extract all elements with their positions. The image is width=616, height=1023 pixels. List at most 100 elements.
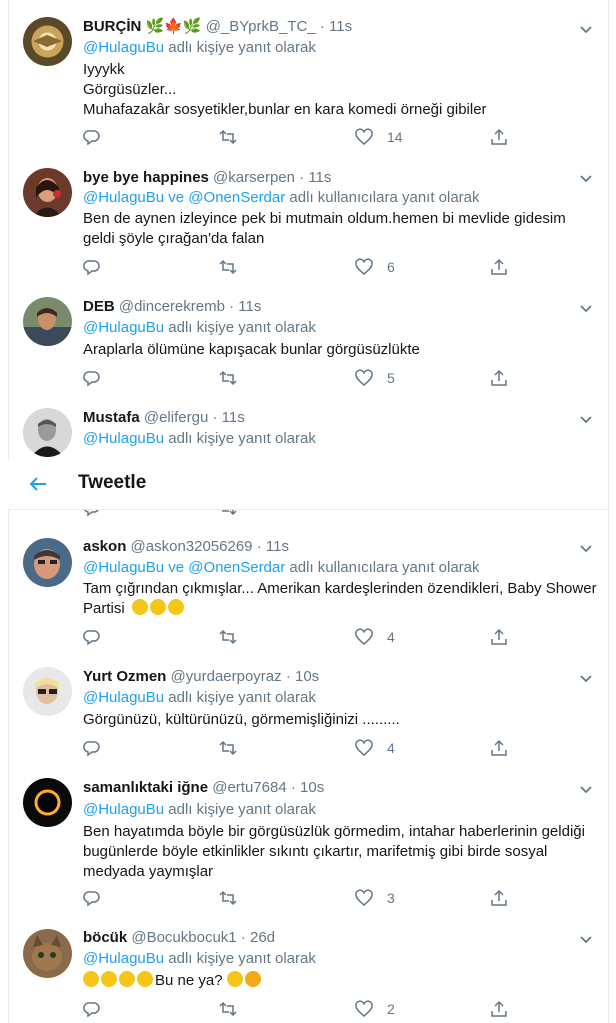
like-button[interactable]: 6	[355, 257, 395, 277]
mention-link[interactable]: @HulaguBu	[83, 950, 164, 967]
mention-link[interactable]: @HulaguBu	[83, 39, 164, 56]
avatar[interactable]	[23, 168, 72, 217]
mention-join: ve	[168, 559, 185, 576]
reply-button[interactable]	[83, 888, 101, 908]
retweet-button[interactable]	[219, 627, 237, 647]
mention-link[interactable]: @HulaguBu	[83, 319, 164, 336]
display-name[interactable]: Mustafa	[83, 409, 140, 426]
like-button[interactable]: 3	[355, 888, 395, 908]
reply-icon	[83, 741, 100, 757]
tweet-line: bugünlerde böyle etkinlikler sıkıntı çık…	[83, 843, 548, 860]
share-button[interactable]	[490, 257, 508, 277]
like-button[interactable]: 4	[355, 738, 395, 758]
avatar[interactable]	[23, 17, 72, 66]
chevron-down-icon[interactable]	[578, 411, 594, 427]
tweet[interactable]: Yurt Ozmen @yurdaerpoyraz · 10s @HulaguB…	[9, 657, 608, 769]
display-name[interactable]: samanlıktaki iğne	[83, 779, 208, 796]
mention-link[interactable]: @HulaguBu	[83, 689, 164, 706]
reply-button[interactable]	[83, 257, 101, 277]
reply-button[interactable]	[83, 627, 101, 647]
display-name[interactable]: BURÇİN 🌿🍁🌿	[83, 18, 202, 35]
tweet[interactable]: DEB @dincerekremb · 11s @HulaguBu adlı k…	[9, 287, 608, 399]
avatar[interactable]	[23, 667, 72, 716]
tweet[interactable]: samanlıktaki iğne @ertu7684 · 10s @Hulag…	[9, 768, 608, 919]
share-button[interactable]	[490, 888, 508, 908]
timestamp[interactable]: 11s	[222, 409, 245, 426]
retweet-button[interactable]	[219, 888, 237, 908]
share-button[interactable]	[490, 127, 508, 147]
timestamp[interactable]: 26d	[250, 929, 275, 946]
reply-suffix: adlı kişiye yanıt olarak	[168, 950, 316, 967]
chevron-down-icon[interactable]	[578, 540, 594, 556]
like-button[interactable]: 2	[355, 999, 395, 1019]
username[interactable]: @askon32056269	[131, 538, 253, 555]
back-arrow-icon[interactable]	[28, 474, 48, 494]
replying-to: @HulaguBu adlı kişiye yanıt olarak	[83, 38, 316, 58]
mention-link[interactable]: @OnenSerdar	[188, 189, 285, 206]
username[interactable]: @_BYprkB_TC_	[206, 18, 316, 35]
display-name[interactable]: böcük	[83, 929, 127, 946]
tweet-line: Araplarla ölümüne kapışacak bunlar görgü…	[83, 341, 420, 358]
heart-icon	[355, 1000, 373, 1017]
tweet-actions: 3	[83, 888, 523, 908]
share-button[interactable]	[490, 368, 508, 388]
reply-button[interactable]	[83, 368, 101, 388]
reply-button[interactable]	[83, 738, 101, 758]
avatar[interactable]	[23, 778, 72, 827]
mention-link[interactable]: @HulaguBu	[83, 430, 164, 447]
retweet-button[interactable]	[219, 999, 237, 1019]
display-name[interactable]: Yurt Ozmen	[83, 668, 166, 685]
avatar[interactable]	[23, 297, 72, 346]
retweet-button[interactable]	[219, 257, 237, 277]
avatar[interactable]	[23, 929, 72, 978]
share-button[interactable]	[490, 627, 508, 647]
timestamp[interactable]: 10s	[300, 779, 324, 796]
timestamp[interactable]: 11s	[329, 18, 352, 35]
timestamp[interactable]: 11s	[266, 538, 289, 555]
chevron-down-icon[interactable]	[578, 781, 594, 797]
avatar[interactable]	[23, 538, 72, 587]
heart-icon	[355, 258, 373, 275]
username[interactable]: @ertu7684	[212, 779, 286, 796]
avatar[interactable]	[23, 408, 72, 457]
timestamp[interactable]: 10s	[295, 668, 319, 685]
like-button[interactable]: 5	[355, 368, 395, 388]
tweet[interactable]: askon @askon32056269 · 11s @HulaguBu ve …	[9, 526, 608, 658]
timestamp[interactable]: 11s	[308, 169, 331, 186]
mention-link[interactable]: @OnenSerdar	[188, 559, 285, 576]
mention-link[interactable]: @HulaguBu	[83, 801, 164, 818]
chevron-down-icon[interactable]	[578, 670, 594, 686]
mention-link[interactable]: @HulaguBu	[83, 189, 164, 206]
like-button[interactable]: 14	[355, 127, 403, 147]
username[interactable]: @elifergu	[144, 409, 208, 426]
display-name[interactable]: bye bye happines	[83, 169, 209, 186]
display-name[interactable]: askon	[83, 538, 126, 555]
separator: ·	[240, 929, 246, 946]
username[interactable]: @yurdaerpoyraz	[171, 668, 282, 685]
timestamp[interactable]: 11s	[238, 298, 261, 315]
chevron-down-icon[interactable]	[578, 300, 594, 316]
heart-icon	[355, 628, 373, 645]
mention-link[interactable]: @HulaguBu	[83, 559, 164, 576]
username[interactable]: @Bocukbocuk1	[131, 929, 236, 946]
like-button[interactable]: 4	[355, 627, 395, 647]
separator: ·	[319, 18, 325, 35]
tweet[interactable]: BURÇİN 🌿🍁🌿 @_BYprkB_TC_ · 11s @HulaguBu …	[9, 0, 608, 158]
share-button[interactable]	[490, 738, 508, 758]
username[interactable]: @karserpen	[213, 169, 295, 186]
reply-button[interactable]	[83, 999, 101, 1019]
share-button[interactable]	[490, 999, 508, 1019]
chevron-down-icon[interactable]	[578, 170, 594, 186]
retweet-button[interactable]	[219, 127, 237, 147]
chevron-down-icon[interactable]	[578, 21, 594, 37]
tweet[interactable]: böcük @Bocukbocuk1 · 26d @HulaguBu adlı …	[9, 918, 608, 1023]
retweet-button[interactable]	[219, 368, 237, 388]
tweet-text: Ben de aynen izleyince pek bi mutmain ol…	[83, 209, 594, 249]
username[interactable]: @dincerekremb	[119, 298, 225, 315]
replying-to: @HulaguBu adlı kişiye yanıt olarak	[83, 429, 316, 449]
display-name[interactable]: DEB	[83, 298, 115, 315]
tweet[interactable]: bye bye happines @karserpen · 11s @Hulag…	[9, 157, 608, 288]
chevron-down-icon[interactable]	[578, 931, 594, 947]
retweet-button[interactable]	[219, 738, 237, 758]
reply-button[interactable]	[83, 127, 101, 147]
